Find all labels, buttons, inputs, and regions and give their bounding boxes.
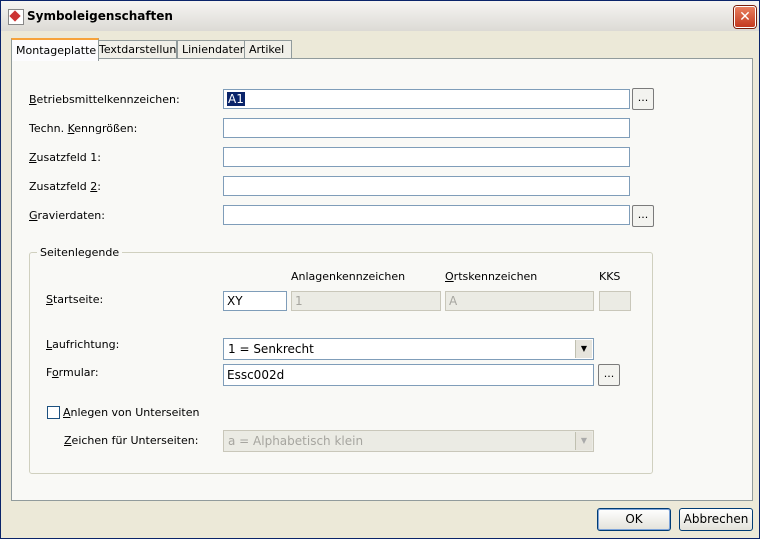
kks-header: KKS: [599, 270, 621, 283]
unterseiten-label: Anlegen von Unterseiten: [63, 406, 200, 419]
app-icon: [8, 9, 24, 25]
startseite-input[interactable]: XY: [223, 291, 287, 311]
tab-liniendaten[interactable]: Liniendaten: [177, 40, 251, 59]
seitenlegende-title: Seitenlegende: [37, 246, 123, 259]
anlagen-header: Anlagenkennzeichen: [291, 270, 406, 283]
tab-artikel[interactable]: Artikel: [244, 40, 292, 59]
dialog-window: Symboleigenschaften ✕ Montageplatte Text…: [0, 0, 760, 539]
zusatz1-input[interactable]: [223, 147, 630, 167]
zeichen-value: a = Alphabetisch klein: [228, 434, 364, 448]
techn-label: Techn. Kenngrößen:: [29, 122, 138, 135]
gravier-input[interactable]: [223, 205, 630, 225]
formular-input[interactable]: Essc002d: [223, 364, 594, 386]
chevron-down-icon: ▼: [575, 432, 592, 450]
zeichen-label: Zeichen für Unterseiten:: [64, 434, 199, 447]
betriebsmittel-input[interactable]: A1: [223, 89, 630, 109]
zusatz2-label: Zusatzfeld 2:: [29, 180, 101, 193]
anlagen-input: 1: [291, 291, 441, 311]
techn-input[interactable]: [223, 118, 630, 138]
zusatz2-input[interactable]: [223, 176, 630, 196]
zusatz1-label: Zusatzfeld 1:: [29, 151, 101, 164]
chevron-down-icon[interactable]: ▼: [575, 340, 592, 358]
ok-button[interactable]: OK: [597, 508, 671, 531]
orts-input: A: [445, 291, 594, 311]
tab-textdarstellung[interactable]: Textdarstellung: [94, 40, 183, 59]
cancel-button[interactable]: Abbrechen: [679, 508, 753, 531]
laufrichtung-label: Laufrichtung:: [46, 338, 120, 351]
tab-montageplatte[interactable]: Montageplatte: [11, 38, 99, 61]
formular-browse-button[interactable]: ...: [598, 364, 620, 386]
unterseiten-checkbox[interactable]: [47, 406, 60, 419]
laufrichtung-value: 1 = Senkrecht: [228, 342, 314, 356]
startseite-label: Startseite:: [46, 293, 104, 306]
betriebsmittel-browse-button[interactable]: ...: [632, 88, 654, 110]
kks-input: [599, 291, 631, 311]
close-button[interactable]: ✕: [734, 6, 756, 28]
title-bar[interactable]: Symboleigenschaften ✕: [1, 1, 759, 31]
gravier-label: Gravierdaten:: [29, 209, 105, 222]
window-title: Symboleigenschaften: [27, 9, 173, 23]
gravier-browse-button[interactable]: ...: [632, 205, 654, 227]
laufrichtung-select[interactable]: 1 = Senkrecht ▼: [223, 338, 594, 360]
betriebsmittel-label: Betriebsmittelkennzeichen:: [29, 93, 180, 106]
orts-header: Ortskennzeichen: [445, 270, 538, 283]
zeichen-select: a = Alphabetisch klein ▼: [223, 430, 594, 452]
formular-label: Formular:: [46, 366, 99, 379]
